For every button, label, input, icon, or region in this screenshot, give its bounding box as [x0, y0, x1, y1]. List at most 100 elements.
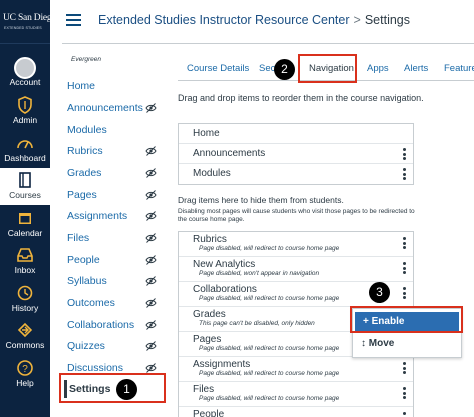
course-nav-item-home[interactable]: Home	[67, 77, 167, 95]
global-nav-label: Commons	[5, 340, 45, 350]
list-item-label: Pages	[193, 334, 222, 345]
course-nav-item-announcements[interactable]: Announcements	[67, 99, 167, 117]
kebab-menu-icon[interactable]	[401, 386, 407, 400]
clock-icon	[0, 283, 50, 303]
course-nav-item-assignments[interactable]: Assignments	[67, 207, 167, 225]
global-nav-label: History	[11, 303, 39, 313]
breadcrumb: Extended Studies Instructor Resource Cen…	[98, 13, 410, 27]
book-icon	[0, 170, 50, 190]
global-nav-help[interactable]: ? Help	[0, 356, 50, 393]
global-nav-label: Dashboard	[4, 153, 46, 163]
tab-sections[interactable]: Sec	[259, 63, 275, 74]
svg-text:?: ?	[22, 364, 28, 375]
course-nav-item-people[interactable]: People	[67, 251, 167, 269]
help-icon: ?	[0, 358, 50, 378]
list-item-note: Page disabled, will redirect to course h…	[199, 395, 340, 402]
list-item-label: Home	[193, 128, 220, 139]
list-item-label: Announcements	[193, 148, 266, 159]
course-nav-item-grades[interactable]: Grades	[67, 164, 167, 182]
avatar	[14, 57, 36, 79]
course-nav-label: People	[67, 254, 100, 266]
kebab-menu-icon[interactable]	[401, 411, 407, 417]
hidden-eye-icon	[145, 164, 157, 182]
global-nav-admin[interactable]: Admin	[0, 93, 50, 130]
breadcrumb-current: Settings	[364, 13, 411, 27]
list-item-note: Page disabled, will redirect to course h…	[199, 295, 340, 302]
course-nav: Evergreen Home Announcements Modules Rubric…	[62, 44, 172, 417]
list-item[interactable]: Announcements	[179, 144, 413, 164]
course-nav-label: Announcements	[67, 102, 143, 114]
list-item-label: Assignments	[193, 359, 251, 370]
tab-alerts[interactable]: Alerts	[404, 63, 428, 74]
callout-badge-2: 2	[274, 59, 295, 80]
hidden-eye-icon	[145, 316, 157, 334]
list-item[interactable]: Modules	[179, 164, 413, 184]
list-item-label: People	[193, 409, 225, 417]
list-item-label: Grades	[193, 309, 226, 320]
global-nav-history[interactable]: History	[0, 281, 50, 318]
logo-subtext: EXTENDED STUDIES	[4, 26, 42, 30]
hidden-eye-icon	[145, 294, 157, 312]
hidden-list-item[interactable]: People	[179, 407, 413, 417]
hidden-list-item[interactable]: Rubrics Page disabled, will redirect to c…	[179, 232, 413, 257]
course-nav-item-collaborations[interactable]: Collaborations	[67, 316, 167, 334]
course-nav-label: Modules	[67, 124, 107, 136]
global-nav-label: Help	[16, 378, 34, 388]
hidden-eye-icon	[145, 272, 157, 290]
course-nav-item-outcomes[interactable]: Outcomes	[67, 294, 167, 312]
course-nav-item-rubrics[interactable]: Rubrics	[67, 142, 167, 160]
hidden-note: Disabling most pages will cause students…	[178, 208, 415, 223]
hidden-eye-icon	[145, 207, 157, 225]
hidden-eye-icon	[145, 229, 157, 247]
hidden-list-item[interactable]: Files Page disabled, will redirect to cou…	[179, 382, 413, 407]
kebab-menu-icon[interactable]	[401, 167, 407, 181]
hidden-eye-icon	[145, 99, 157, 117]
global-nav-account[interactable]: Account	[0, 55, 50, 92]
list-item-note: This page can't be disabled, only hidden	[199, 320, 315, 327]
settings-highlight-box	[59, 373, 166, 403]
global-nav-inbox[interactable]: Inbox	[0, 243, 50, 280]
ucsd-logo[interactable]: UC San Diego EXTENDED STUDIES	[0, 0, 56, 44]
course-nav-item-quizzes[interactable]: Quizzes	[67, 337, 167, 355]
kebab-menu-icon[interactable]	[401, 147, 407, 161]
course-nav-item-syllabus[interactable]: Syllabus	[67, 272, 167, 290]
course-nav-label: Assignments	[67, 210, 128, 222]
course-nav-item-pages[interactable]: Pages	[67, 186, 167, 204]
tab-feature-options[interactable]: Feature	[444, 63, 474, 74]
callout-badge-1: 1	[116, 379, 137, 400]
list-item-label: Files	[193, 384, 215, 395]
global-nav-calendar[interactable]: Calendar	[0, 206, 50, 243]
calendar-icon	[0, 208, 50, 228]
list-item-note: Page disabled, won't appear in navigatio…	[199, 270, 320, 277]
hidden-list-item[interactable]: New Analytics Page disabled, won't appear…	[179, 257, 413, 282]
kebab-menu-icon[interactable]	[401, 361, 407, 375]
hidden-eye-icon	[145, 337, 157, 355]
kebab-menu-icon[interactable]	[401, 286, 407, 300]
global-nav-dashboard[interactable]: Dashboard	[0, 131, 50, 168]
course-nav-item-files[interactable]: Files	[67, 229, 167, 247]
kebab-menu-icon[interactable]	[401, 236, 407, 250]
hidden-list-item[interactable]: Assignments Page disabled, will redirect …	[179, 357, 413, 382]
tab-apps[interactable]: Apps	[367, 63, 389, 74]
course-nav-label: Home	[67, 80, 96, 92]
global-nav-label: Inbox	[14, 265, 36, 275]
commons-icon	[0, 320, 50, 340]
hidden-eye-icon	[145, 186, 157, 204]
global-nav-courses[interactable]: Courses	[0, 168, 50, 205]
course-nav-item-modules[interactable]: Modules	[67, 121, 167, 139]
move-arrows-icon: ↕	[361, 338, 366, 349]
list-item-label: Rubrics	[193, 234, 227, 245]
move-label: Move	[368, 338, 395, 349]
list-item[interactable]: Home	[179, 124, 413, 144]
breadcrumb-course-link[interactable]: Extended Studies Instructor Resource Cen…	[98, 13, 350, 27]
callout-badge-3: 3	[369, 282, 390, 303]
global-nav-commons[interactable]: Commons	[0, 318, 50, 355]
breadcrumb-separator: >	[353, 13, 361, 27]
move-button[interactable]: ↕ Move	[361, 338, 394, 349]
hamburger-menu-icon[interactable]	[66, 14, 81, 29]
shield-icon	[0, 95, 50, 115]
tab-course-details[interactable]: Course Details	[187, 63, 249, 74]
hidden-instructions: Drag items here to hide them from studen…	[178, 195, 344, 205]
logo-text: UC San Diego	[3, 13, 57, 23]
kebab-menu-icon[interactable]	[401, 261, 407, 275]
